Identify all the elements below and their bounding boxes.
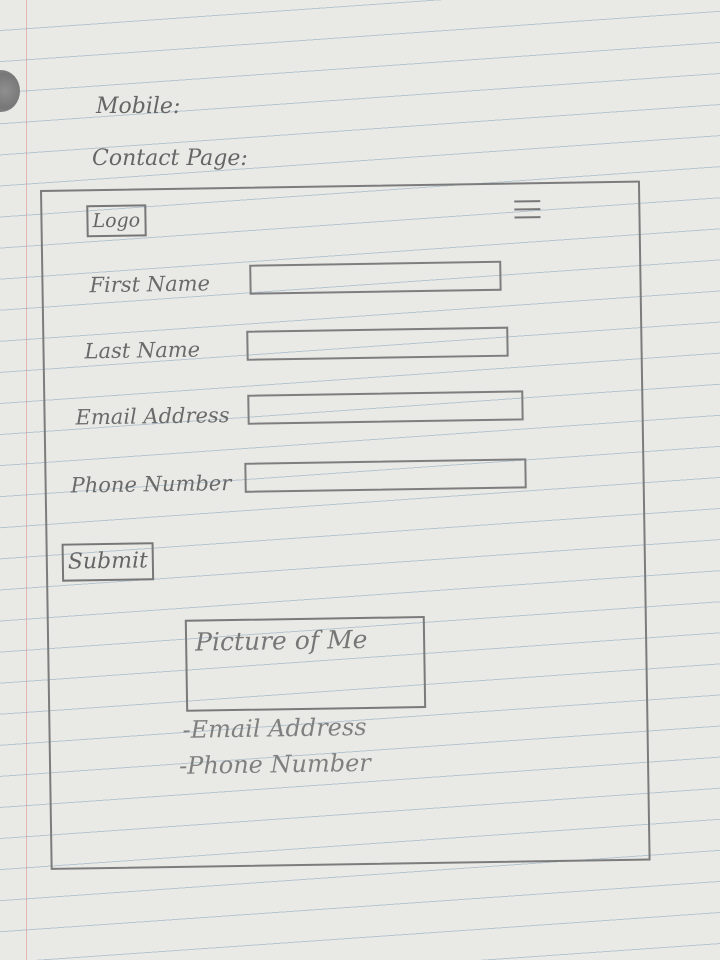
email-address-field[interactable] [247, 390, 524, 425]
logo[interactable]: Logo [86, 204, 147, 238]
last-name-field[interactable] [246, 326, 509, 361]
picture-label: Picture of Me [194, 624, 368, 657]
mobile-heading: Mobile: [96, 94, 181, 119]
first-name-field[interactable] [249, 260, 502, 295]
phone-number-label: Phone Number [70, 471, 232, 498]
contact-email-line: -Email Address [182, 712, 367, 744]
hamburger-menu-icon[interactable] [514, 200, 541, 222]
submit-button[interactable]: Submit [61, 542, 155, 582]
first-name-label: First Name [89, 271, 211, 298]
binder-punch-hole [0, 70, 20, 112]
last-name-label: Last Name [84, 337, 201, 364]
mobile-screen-frame: Logo First Name Last Name Email Address … [40, 180, 651, 870]
email-address-label: Email Address [75, 403, 230, 430]
notebook-margin-line [26, 0, 27, 960]
contact-page-heading: Contact Page: [92, 146, 248, 171]
contact-phone-line: -Phone Number [178, 748, 371, 780]
phone-number-field[interactable] [244, 458, 527, 493]
profile-picture-placeholder: Picture of Me [184, 616, 427, 712]
